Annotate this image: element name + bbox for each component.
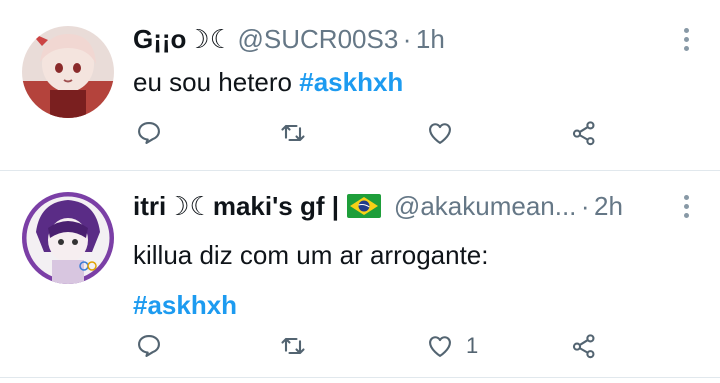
brazil-flag-icon: [347, 194, 382, 218]
reply-button[interactable]: [135, 116, 163, 150]
share-icon: [572, 334, 595, 359]
more-vertical-icon[interactable]: [682, 195, 690, 221]
like-count: 1: [466, 333, 479, 358]
display-name[interactable]: G¡¡o☽☾: [133, 24, 233, 54]
tweet-2[interactable]: itri☽☾maki's gf | @akakumean... · 2h kil…: [0, 171, 720, 383]
tweet-body: killua diz com um ar arrogante:: [133, 240, 489, 270]
tweet-text: eu sou hetero #askhxh: [133, 60, 680, 104]
reply-icon: [138, 122, 160, 144]
retweet-icon: [281, 124, 305, 142]
tweet-1[interactable]: G¡¡o☽☾ @SUCR00S3 · 1h eu sou hetero #ask…: [0, 0, 720, 170]
retweet-icon: [281, 337, 305, 355]
tweet-divider: [0, 377, 720, 378]
tweet-header: G¡¡o☽☾ @SUCR00S3 · 1h: [133, 24, 660, 58]
retweet-button[interactable]: [279, 329, 307, 363]
reply-icon: [138, 335, 160, 357]
retweet-button[interactable]: [279, 116, 307, 150]
timestamp[interactable]: 2h: [594, 191, 623, 221]
like-button[interactable]: [426, 116, 466, 150]
tweet-header: itri☽☾maki's gf | @akakumean... · 2h: [133, 191, 660, 225]
avatar[interactable]: [22, 192, 114, 284]
tweet-actions: [0, 116, 720, 150]
hashtag-link[interactable]: #askhxh: [299, 67, 403, 97]
reply-button[interactable]: [135, 329, 163, 363]
display-name[interactable]: itri☽☾maki's gf |: [133, 191, 339, 221]
user-handle[interactable]: @akakumean...: [394, 191, 576, 221]
more-vertical-icon[interactable]: [682, 28, 690, 54]
tweet-actions: 1: [0, 329, 720, 363]
heart-icon: [429, 123, 451, 144]
share-button[interactable]: [570, 116, 598, 150]
tweet-text: killua diz com um ar arrogante: #askhxh: [133, 233, 680, 327]
share-icon: [572, 121, 595, 146]
timeline-feed: G¡¡o☽☾ @SUCR00S3 · 1h eu sou hetero #ask…: [0, 0, 720, 383]
hashtag-link[interactable]: #askhxh: [133, 290, 237, 320]
heart-icon: [429, 336, 451, 357]
share-button[interactable]: [570, 329, 598, 363]
avatar[interactable]: [22, 26, 114, 118]
separator-dot: ·: [580, 191, 590, 221]
tweet-body: eu sou hetero: [133, 67, 300, 97]
like-button[interactable]: 1: [426, 329, 478, 363]
separator-dot: ·: [402, 24, 412, 54]
timestamp[interactable]: 1h: [416, 24, 445, 54]
user-handle[interactable]: @SUCR00S3: [238, 24, 399, 54]
